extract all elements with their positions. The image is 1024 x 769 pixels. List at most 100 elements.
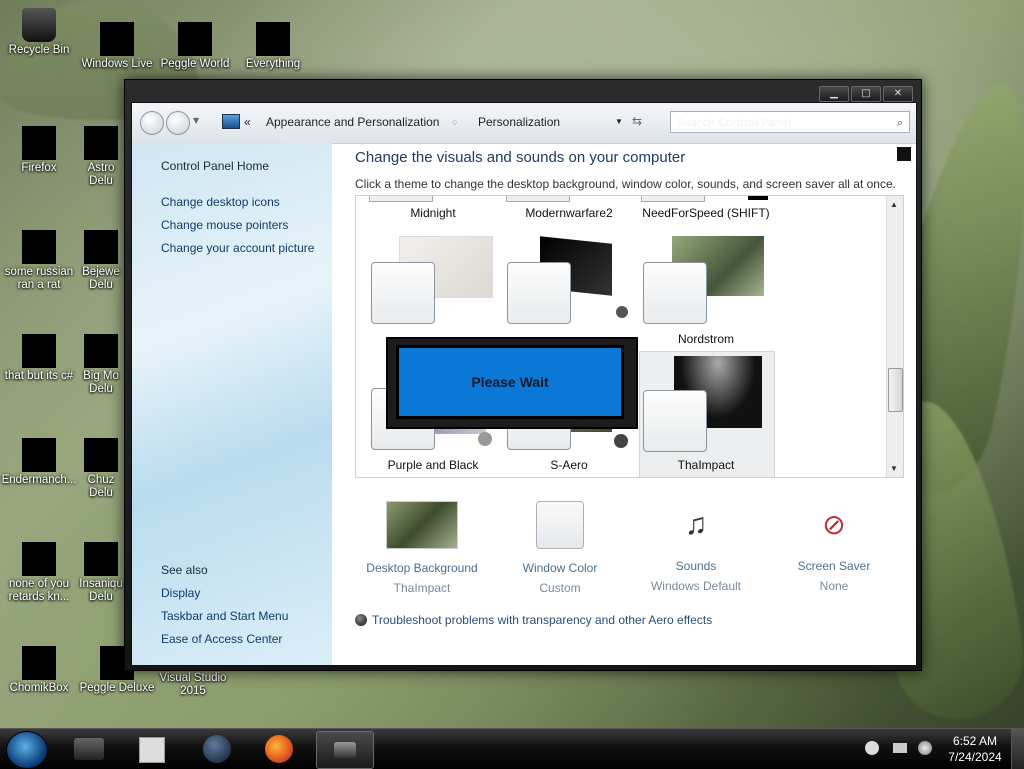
theme-needforspeed[interactable]: NeedForSpeed (SHIFT) <box>641 206 771 220</box>
scroll-thumb[interactable] <box>888 368 903 412</box>
theme-thumbnail-glass <box>507 262 571 324</box>
refresh-icon[interactable]: ⇆ <box>632 114 642 128</box>
screen-saver-icon: ⊘ <box>822 509 846 540</box>
see-also-heading: See also <box>161 563 208 577</box>
desktop-background-icon <box>386 501 458 549</box>
forward-button[interactable] <box>166 111 190 135</box>
clock-date: 7/24/2024 <box>948 750 1002 764</box>
network-icon[interactable] <box>893 743 907 753</box>
desktop-icon-that-but-c-sharp[interactable]: that but its c# <box>0 334 78 383</box>
theme-purple-and-black[interactable]: Purple and Black <box>368 458 498 472</box>
globe-icon[interactable] <box>200 733 234 765</box>
volume-icon[interactable] <box>918 741 932 755</box>
screen-saver-setting[interactable]: ⊘ Screen Saver None <box>764 501 904 593</box>
control-panel-taskbar-button[interactable] <box>316 731 374 769</box>
change-account-picture-link[interactable]: Change your account picture <box>161 241 314 255</box>
please-wait-message: Please Wait <box>396 345 624 419</box>
desktop-icon-visual-studio[interactable]: Visual Studio 2015 <box>154 672 232 698</box>
desktop-icon-bejeweled-deluxe[interactable]: Bejewe Delu <box>78 230 124 292</box>
endermanch-icon <box>22 438 56 472</box>
control-panel-home-link[interactable]: Control Panel Home <box>161 159 269 173</box>
show-hidden-icons[interactable] <box>865 741 879 755</box>
desktop-icon-chomikbox[interactable]: ChomikBox <box>0 646 78 695</box>
taskbar-app-icon[interactable] <box>72 733 106 765</box>
address-dropdown-icon[interactable]: ▼ <box>615 111 623 133</box>
breadcrumb-appearance[interactable]: Appearance and Personalization <box>266 111 439 133</box>
sidebar: Control Panel Home Change desktop icons … <box>132 143 332 665</box>
taskbar-start-menu-link[interactable]: Taskbar and Start Menu <box>161 609 288 623</box>
theme-thumbnail <box>641 196 705 202</box>
theme-nordstrom[interactable]: Nordstrom <box>641 332 771 346</box>
scroll-down-icon[interactable]: ▼ <box>890 464 898 473</box>
some-russian-icon <box>22 230 56 264</box>
theme-scrollbar[interactable]: ▲ ▼ <box>886 196 903 477</box>
change-desktop-icons-link[interactable]: Change desktop icons <box>161 195 280 209</box>
desktop-icon-insaniquarium-deluxe[interactable]: Insaniqu Delu <box>78 542 124 604</box>
navigation-bar: ▼ « Appearance and Personalization ○ Per… <box>132 103 916 144</box>
desktop-icon-none-of-you[interactable]: none of you retards kn... <box>0 542 78 604</box>
theme-s-aero[interactable]: S-Aero <box>504 458 634 472</box>
change-mouse-pointers-link[interactable]: Change mouse pointers <box>161 218 288 232</box>
theme-badge-icon <box>478 432 492 446</box>
start-button[interactable] <box>6 731 48 769</box>
desktop-icon-windows-live-mail[interactable]: Windows Live Mail <box>78 22 156 71</box>
taskbar: 6:52 AM 7/24/2024 <box>0 728 1024 769</box>
theme-settings-row: Desktop Background ThaImpact Window Colo… <box>355 501 902 601</box>
none-of-you-icon <box>22 542 56 576</box>
address-bar[interactable]: « Appearance and Personalization ○ Perso… <box>216 111 636 133</box>
theme-thumbnail-glass <box>643 390 707 452</box>
big-money-deluxe-icon <box>84 334 118 368</box>
theme-modernwarfare2[interactable]: Modernwarfare2 <box>504 206 634 220</box>
desktop-icon-endermanch[interactable]: Endermanch... <box>0 438 78 487</box>
desktop-icon-recycle-bin[interactable]: Recycle Bin <box>0 8 78 57</box>
desktop-icon-chuzzle-deluxe[interactable]: Chuz Delu <box>78 438 124 500</box>
window-color-icon <box>536 501 584 549</box>
search-placeholder: Search Control Panel <box>677 116 792 129</box>
media-player-icon[interactable] <box>134 733 168 765</box>
that-but-c-sharp-icon <box>22 334 56 368</box>
back-button[interactable] <box>140 111 164 135</box>
page-description: Click a theme to change the desktop back… <box>355 177 896 191</box>
desktop-icon-big-money-deluxe[interactable]: Big Mo Delu <box>78 334 124 396</box>
bejeweled-deluxe-icon <box>84 230 118 264</box>
taskbar-clock[interactable]: 6:52 AM 7/24/2024 <box>940 733 1010 765</box>
scroll-up-icon[interactable]: ▲ <box>890 200 898 209</box>
everything-icon <box>256 22 290 56</box>
theme-thumbnail <box>369 196 433 202</box>
theme-midnight[interactable]: Midnight <box>368 206 498 220</box>
desktop-icon-everything[interactable]: Everything <box>234 22 312 71</box>
theme-thumbnail <box>748 196 768 200</box>
please-wait-dialog: Please Wait <box>386 337 638 429</box>
minimize-button[interactable]: ▁ <box>819 86 849 102</box>
close-button[interactable]: ✕ <box>883 86 913 102</box>
chuzzle-deluxe-icon <box>84 438 118 472</box>
search-input[interactable]: Search Control Panel ⌕ <box>670 111 910 133</box>
troubleshoot-link[interactable]: Troubleshoot problems with transparency … <box>355 613 712 627</box>
theme-thaimpact[interactable]: ThaImpact <box>641 458 771 472</box>
desktop-icon-astro-deluxe[interactable]: Astro Delu <box>78 126 124 188</box>
breadcrumb-personalization[interactable]: Personalization <box>478 111 560 133</box>
search-icon[interactable]: ⌕ <box>897 112 903 134</box>
windows-live-mail-icon <box>100 22 134 56</box>
sounds-icon: ♫ <box>684 508 708 541</box>
show-desktop-button[interactable] <box>1011 729 1024 769</box>
page-title: Change the visuals and sounds on your co… <box>355 149 686 166</box>
window-controls: ▁ □ ✕ <box>819 86 913 102</box>
ease-of-access-link[interactable]: Ease of Access Center <box>161 632 282 646</box>
display-link[interactable]: Display <box>161 586 200 600</box>
theme-thumbnail <box>506 196 570 202</box>
clock-time: 6:52 AM <box>952 734 998 748</box>
help-icon[interactable] <box>897 147 911 161</box>
desktop-icon-peggle-wow[interactable]: Peggle World of Warcraft <box>156 22 234 71</box>
firefox-taskbar-icon[interactable] <box>262 733 296 765</box>
maximize-button[interactable]: □ <box>851 86 881 102</box>
theme-thumbnail-glass <box>371 262 435 324</box>
breadcrumb-chevron[interactable]: « <box>244 111 251 133</box>
recent-pages-icon[interactable]: ▼ <box>193 116 199 125</box>
desktop-icon-some-russian[interactable]: some russian ran a rat <box>0 230 78 292</box>
desktop-background-setting[interactable]: Desktop Background ThaImpact <box>352 501 492 595</box>
insaniquarium-deluxe-icon <box>84 542 118 576</box>
sounds-setting[interactable]: ♫ Sounds Windows Default <box>626 501 766 593</box>
window-color-setting[interactable]: Window Color Custom <box>490 501 630 595</box>
desktop-icon-firefox[interactable]: Firefox <box>0 126 78 175</box>
